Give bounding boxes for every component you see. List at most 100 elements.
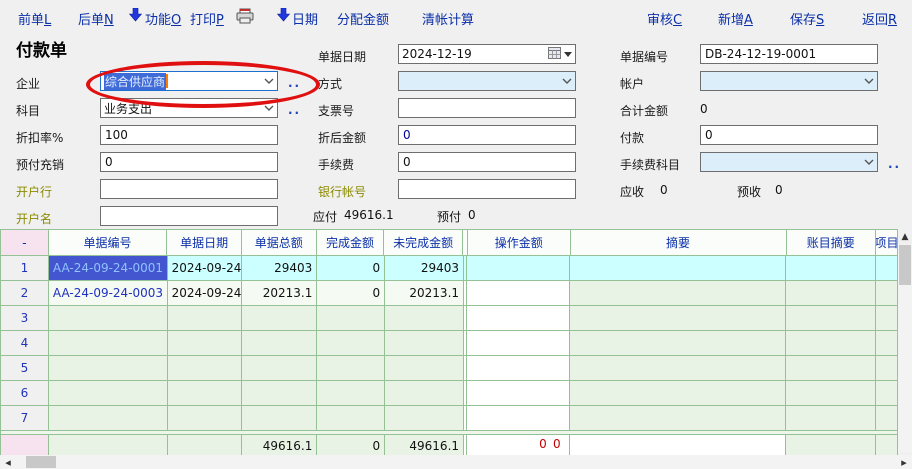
done-amount-cell[interactable] bbox=[317, 406, 385, 430]
account-memo-cell[interactable] bbox=[786, 256, 876, 280]
doc-no-cell[interactable] bbox=[49, 306, 168, 330]
undone-amount-cell[interactable] bbox=[385, 306, 464, 330]
done-amount-cell[interactable]: 0 bbox=[317, 256, 385, 280]
doc-date-cell[interactable] bbox=[168, 356, 243, 380]
memo-cell[interactable] bbox=[570, 331, 786, 355]
col-header-select[interactable]: - bbox=[1, 230, 49, 255]
scroll-right-icon[interactable]: ▸ bbox=[896, 455, 912, 469]
op-amount-ledger-cell[interactable] bbox=[467, 381, 570, 405]
col-header-doc-no[interactable]: 单据编号 bbox=[49, 230, 167, 255]
chevron-down-icon[interactable] bbox=[861, 78, 877, 84]
account-combobox[interactable] bbox=[700, 71, 878, 91]
doc-no-cell[interactable] bbox=[49, 356, 168, 380]
chevron-down-icon[interactable] bbox=[261, 105, 277, 111]
table-row[interactable]: 7 bbox=[1, 406, 897, 431]
doc-total-cell[interactable] bbox=[242, 406, 317, 430]
doc-date-cell[interactable] bbox=[168, 331, 243, 355]
table-row[interactable]: 3 bbox=[1, 306, 897, 331]
memo-cell[interactable] bbox=[570, 281, 786, 305]
doc-date-picker[interactable]: 2024-12-19 bbox=[398, 44, 576, 64]
account-name-input[interactable] bbox=[100, 206, 278, 226]
prepay-offset-input[interactable] bbox=[100, 152, 278, 172]
col-header-done-amount[interactable]: 完成金额 bbox=[317, 230, 385, 255]
col-header-doc-date[interactable]: 单据日期 bbox=[167, 230, 242, 255]
fee-input[interactable] bbox=[398, 152, 576, 172]
chevron-down-icon[interactable] bbox=[559, 78, 575, 84]
col-header-undone-amount[interactable]: 未完成金额 bbox=[384, 230, 463, 255]
bank-branch-input[interactable] bbox=[100, 179, 278, 199]
account-memo-cell[interactable] bbox=[786, 331, 876, 355]
project-cell[interactable] bbox=[876, 306, 897, 330]
col-header-account-memo[interactable]: 账目摘要 bbox=[787, 230, 877, 255]
done-amount-cell[interactable] bbox=[317, 331, 385, 355]
audit-button[interactable]: 审核C bbox=[647, 9, 682, 28]
dropdown-arrow-icon[interactable] bbox=[129, 8, 142, 25]
undone-amount-cell[interactable] bbox=[385, 381, 464, 405]
next-doc-button[interactable]: 后单N bbox=[78, 9, 114, 28]
done-amount-cell[interactable]: 0 bbox=[317, 281, 385, 305]
col-header-project[interactable]: 项目 bbox=[876, 230, 897, 255]
print-button[interactable]: 打印P bbox=[190, 9, 224, 28]
account-memo-cell[interactable] bbox=[786, 356, 876, 380]
doc-no-cell[interactable] bbox=[49, 381, 168, 405]
project-cell[interactable] bbox=[876, 381, 897, 405]
doc-total-cell[interactable] bbox=[242, 306, 317, 330]
doc-date-cell[interactable] bbox=[168, 406, 243, 430]
subject-browse-button[interactable]: .. bbox=[288, 103, 301, 117]
doc-date-cell[interactable]: 2024-09-24 bbox=[168, 281, 243, 305]
doc-no-cell[interactable] bbox=[49, 331, 168, 355]
project-cell[interactable] bbox=[876, 256, 897, 280]
op-amount-ledger-cell[interactable] bbox=[467, 356, 570, 380]
discounted-amount-input[interactable] bbox=[398, 125, 576, 145]
undone-amount-cell[interactable] bbox=[385, 406, 464, 430]
table-row[interactable]: 5 bbox=[1, 356, 897, 381]
op-amount-ledger-cell[interactable] bbox=[467, 306, 570, 330]
doc-no-cell[interactable]: AA-24-09-24-0001 bbox=[49, 256, 168, 280]
doc-total-cell[interactable] bbox=[242, 356, 317, 380]
memo-cell[interactable] bbox=[570, 356, 786, 380]
memo-cell[interactable] bbox=[570, 381, 786, 405]
op-amount-ledger-cell[interactable] bbox=[467, 256, 570, 280]
doc-total-cell[interactable] bbox=[242, 381, 317, 405]
table-row[interactable]: 1AA-24-09-24-00012024-09-2429403029403 bbox=[1, 256, 897, 281]
account-memo-cell[interactable] bbox=[786, 281, 876, 305]
account-memo-cell[interactable] bbox=[786, 306, 876, 330]
method-combobox[interactable] bbox=[398, 71, 576, 91]
doc-date-cell[interactable] bbox=[168, 381, 243, 405]
undone-amount-cell[interactable]: 29403 bbox=[385, 256, 464, 280]
account-memo-cell[interactable] bbox=[786, 406, 876, 430]
vertical-scroll-thumb[interactable] bbox=[899, 245, 911, 285]
doc-no-cell[interactable]: AA-24-09-24-0003 bbox=[49, 281, 168, 305]
col-header-memo[interactable]: 摘要 bbox=[571, 230, 787, 255]
allocate-amount-button[interactable]: 分配金额 bbox=[337, 9, 389, 28]
scroll-up-icon[interactable]: ▲ bbox=[898, 229, 912, 244]
doc-total-cell[interactable]: 29403 bbox=[242, 256, 317, 280]
subject-combobox[interactable]: 业务支出 bbox=[100, 98, 278, 118]
dropdown-arrow-icon[interactable] bbox=[277, 8, 290, 25]
col-header-doc-total[interactable]: 单据总额 bbox=[242, 230, 317, 255]
date-button[interactable]: 日期 bbox=[292, 9, 318, 28]
undone-amount-cell[interactable] bbox=[385, 356, 464, 380]
undone-amount-cell[interactable]: 20213.1 bbox=[385, 281, 464, 305]
table-row[interactable]: 4 bbox=[1, 331, 897, 356]
company-browse-button[interactable]: .. bbox=[288, 76, 301, 90]
chevron-down-icon[interactable] bbox=[861, 159, 877, 165]
table-row[interactable]: 2AA-24-09-24-00032024-09-2420213.1020213… bbox=[1, 281, 897, 306]
done-amount-cell[interactable] bbox=[317, 306, 385, 330]
horizontal-scrollbar[interactable]: ◂ ▸ bbox=[0, 455, 912, 469]
op-amount-ledger-cell[interactable] bbox=[467, 406, 570, 430]
account-memo-cell[interactable] bbox=[786, 381, 876, 405]
functions-button[interactable]: 功能O bbox=[145, 9, 181, 28]
check-no-input[interactable] bbox=[398, 98, 576, 118]
project-cell[interactable] bbox=[876, 331, 897, 355]
op-amount-ledger-cell[interactable] bbox=[467, 331, 570, 355]
horizontal-scroll-thumb[interactable] bbox=[26, 456, 56, 468]
printer-icon[interactable] bbox=[236, 8, 254, 27]
table-row[interactable]: 6 bbox=[1, 381, 897, 406]
payment-input[interactable] bbox=[700, 125, 878, 145]
scroll-left-icon[interactable]: ◂ bbox=[0, 455, 16, 469]
return-button[interactable]: 返回R bbox=[862, 9, 897, 28]
vertical-scrollbar[interactable]: ▲ bbox=[898, 229, 912, 452]
done-amount-cell[interactable] bbox=[317, 356, 385, 380]
add-new-button[interactable]: 新增A bbox=[718, 9, 753, 28]
